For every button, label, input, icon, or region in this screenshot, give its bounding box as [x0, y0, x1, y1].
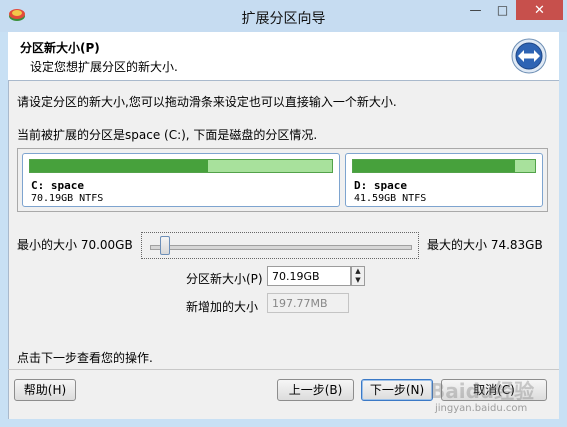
- partition-name: D: space: [354, 179, 407, 192]
- partition-c[interactable]: C: space 70.19GB NTFS: [22, 153, 340, 207]
- disk-map: C: space 70.19GB NTFS D: space 41.59GB N…: [17, 148, 548, 212]
- maximize-button[interactable]: □: [489, 0, 516, 20]
- new-size-label: 分区新大小(P): [186, 272, 263, 286]
- partition-usage-bar: [352, 159, 536, 173]
- partition-d[interactable]: D: space 41.59GB NTFS: [345, 153, 543, 207]
- partition-usage-bar: [29, 159, 333, 173]
- minimize-button[interactable]: —: [462, 0, 489, 20]
- stepper-down-icon[interactable]: ▼: [352, 276, 364, 285]
- resize-arrows-icon: [511, 38, 547, 74]
- next-button[interactable]: 下一步(N): [361, 379, 433, 401]
- new-size-stepper[interactable]: ▲ ▼: [351, 266, 365, 286]
- stepper-up-icon[interactable]: ▲: [352, 267, 364, 276]
- minimize-icon: —: [469, 3, 482, 17]
- partition-info: 70.19GB NTFS: [31, 193, 104, 204]
- footer-divider: [8, 369, 559, 370]
- partition-usage-fill: [30, 160, 209, 172]
- added-size-label: 新增加的大小: [186, 300, 259, 314]
- partition-usage-fill: [353, 160, 515, 172]
- partition-info: 41.59GB NTFS: [354, 193, 427, 204]
- slider-min-label: 最小的大小 70.00GB: [17, 238, 133, 252]
- size-slider[interactable]: [141, 232, 419, 259]
- partition-name: C: space: [31, 179, 84, 192]
- baidu-watermark: Baidu经验: [430, 379, 535, 403]
- title-bar: 扩展分区向导 — □ ✕: [0, 0, 567, 32]
- close-icon: ✕: [534, 2, 545, 18]
- slider-track[interactable]: [150, 245, 412, 250]
- wizard-header: 分区新大小(P) 设定您想扩展分区的新大小.: [8, 32, 559, 81]
- baidu-watermark-url: jingyan.baidu.com: [435, 403, 528, 414]
- slider-max-label: 最大的大小 74.83GB: [427, 238, 543, 252]
- wizard-window: 扩展分区向导 — □ ✕ 分区新大小(P) 设定您想扩展分区的新大小. 请设定分…: [0, 0, 567, 427]
- page-title: 分区新大小(P): [20, 41, 100, 55]
- footer-hint: 点击下一步查看您的操作.: [17, 351, 153, 365]
- help-button[interactable]: 帮助(H): [14, 379, 76, 401]
- maximize-icon: □: [496, 3, 509, 17]
- page-subtitle: 设定您想扩展分区的新大小.: [30, 60, 178, 74]
- current-partition-text: 当前被扩展的分区是space (C:), 下面是磁盘的分区情况.: [17, 128, 318, 142]
- instruction-text: 请设定分区的新大小,您可以拖动滑条来设定也可以直接输入一个新大小.: [17, 95, 397, 109]
- added-size-field: 197.77MB: [267, 293, 349, 313]
- close-button[interactable]: ✕: [516, 0, 563, 20]
- new-size-input[interactable]: 70.19GB: [267, 266, 351, 286]
- back-button[interactable]: 上一步(B): [277, 379, 354, 401]
- slider-thumb[interactable]: [160, 236, 170, 255]
